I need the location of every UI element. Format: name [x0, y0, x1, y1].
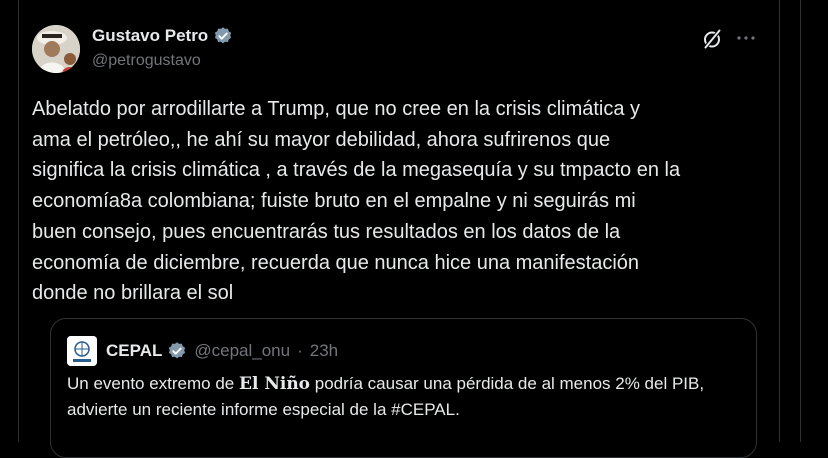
quoted-text: Un evento extremo de El Niño podría caus… [67, 371, 737, 422]
sidebar-edge [800, 0, 828, 442]
quoted-time[interactable]: 23h [310, 341, 338, 361]
quoted-post[interactable]: CEPAL @cepal_onu · 23h Un evento extremo… [50, 318, 757, 458]
quoted-verified-badge-icon[interactable] [167, 341, 187, 361]
quoted-header: CEPAL @cepal_onu · 23h [67, 336, 338, 366]
post-text: Abelatdo por arrodillarte a Trump, que n… [32, 98, 681, 305]
quoted-separator: · [297, 341, 303, 360]
quoted-text-bold: El Niño [238, 374, 311, 394]
quoted-display-name[interactable]: CEPAL [106, 341, 162, 361]
author-handle[interactable]: @petrogustavo [92, 52, 201, 70]
author-display-name[interactable]: Gustavo Petro [92, 26, 208, 46]
quoted-text-start: Un evento extremo de [67, 374, 239, 393]
grok-icon[interactable] [700, 27, 724, 51]
verified-badge-icon[interactable] [213, 26, 233, 46]
author-avatar[interactable] [32, 25, 80, 73]
more-horizontal-icon[interactable] [734, 26, 758, 50]
quoted-handle[interactable]: @cepal_onu [194, 341, 290, 361]
author-name-row: Gustavo Petro [92, 26, 233, 46]
quoted-avatar[interactable] [67, 336, 97, 366]
